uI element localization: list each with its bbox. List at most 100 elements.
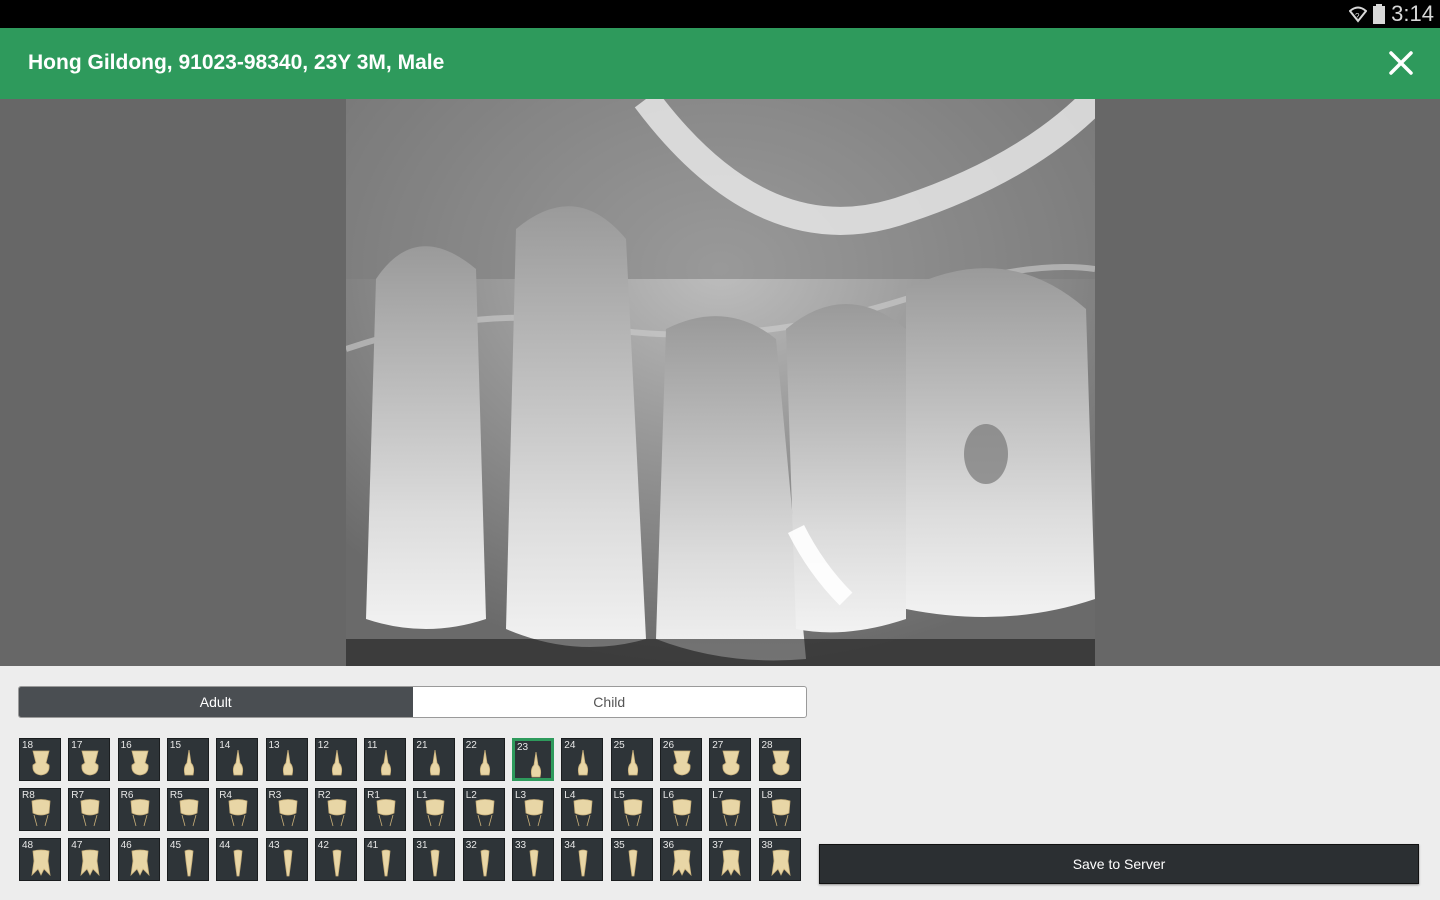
tooth-button[interactable]: R1 (364, 788, 407, 831)
tooth-icon (578, 849, 588, 877)
tooth-icon (673, 750, 691, 776)
tooth-button[interactable]: 26 (659, 738, 702, 781)
battery-icon (1373, 4, 1386, 24)
tooth-type-tabs: Adult Child (18, 686, 807, 718)
tooth-button[interactable]: R4 (216, 788, 259, 831)
tooth-icon (278, 799, 297, 827)
tooth-icon (722, 750, 740, 776)
tooth-icon (376, 799, 396, 827)
tooth-icon (578, 749, 589, 776)
tooth-button[interactable]: 32 (462, 838, 505, 881)
tooth-icon (130, 799, 150, 827)
tooth-icon (627, 749, 638, 776)
tooth-button[interactable]: 11 (364, 738, 407, 781)
tooth-button[interactable]: 18 (19, 738, 61, 781)
tooth-button[interactable]: 48 (19, 838, 61, 881)
tooth-button[interactable]: 43 (265, 838, 308, 881)
tooth-button[interactable]: R8 (19, 788, 61, 831)
tooth-icon (381, 849, 391, 877)
tooth-icon (130, 849, 150, 877)
tooth-icon (480, 849, 490, 877)
tooth-button[interactable]: R5 (166, 788, 209, 831)
tooth-button[interactable]: 45 (166, 838, 209, 881)
tooth-icon (131, 750, 149, 776)
tooth-button[interactable]: R3 (265, 788, 308, 831)
dental-xray-image[interactable] (346, 99, 1095, 666)
tooth-button[interactable]: 37 (709, 838, 752, 881)
tooth-button[interactable]: L3 (512, 788, 554, 831)
tooth-button[interactable]: 23 (512, 738, 554, 781)
tooth-icon (31, 799, 51, 827)
tooth-button[interactable]: 16 (117, 738, 160, 781)
tooth-icon (623, 799, 643, 827)
tooth-icon (770, 849, 791, 877)
tooth-button[interactable]: 46 (117, 838, 160, 881)
tooth-icon (771, 750, 790, 776)
tooth-button[interactable]: R6 (117, 788, 160, 831)
wifi-icon: ? (1349, 6, 1368, 23)
tooth-icon (628, 849, 638, 877)
tooth-icon (425, 799, 445, 827)
tooth-button[interactable]: 12 (314, 738, 357, 781)
tooth-icon (228, 799, 248, 827)
tooth-button[interactable]: R2 (314, 788, 357, 831)
tooth-button[interactable]: 14 (216, 738, 259, 781)
tooth-button[interactable]: 33 (512, 838, 554, 881)
tooth-button[interactable]: 44 (216, 838, 259, 881)
tooth-icon (530, 751, 542, 778)
tooth-button[interactable]: L2 (462, 788, 505, 831)
tooth-button[interactable]: L5 (610, 788, 653, 831)
tab-adult[interactable]: Adult (19, 687, 413, 717)
tooth-button[interactable]: R7 (68, 788, 111, 831)
tooth-button[interactable]: 35 (610, 838, 653, 881)
tooth-button[interactable]: 36 (659, 838, 702, 881)
tooth-button[interactable]: L8 (758, 788, 801, 831)
tooth-icon (183, 749, 194, 776)
tooth-button[interactable]: 42 (314, 838, 357, 881)
tooth-icon (573, 799, 593, 827)
tooth-icon (80, 799, 100, 827)
tooth-button[interactable]: 38 (758, 838, 801, 881)
tooth-button[interactable]: L4 (561, 788, 604, 831)
tooth-button[interactable]: 28 (758, 738, 801, 781)
tooth-icon (31, 849, 51, 877)
close-icon[interactable] (1384, 46, 1418, 80)
tooth-button[interactable]: L7 (709, 788, 752, 831)
tooth-icon (32, 750, 50, 776)
tooth-icon (430, 849, 440, 877)
tooth-icon (721, 849, 741, 877)
tooth-button[interactable]: 17 (68, 738, 111, 781)
tooth-icon (672, 799, 692, 827)
tooth-icon (81, 750, 99, 776)
tooth-icon (331, 749, 342, 776)
tooth-icon (771, 799, 790, 827)
tooth-button[interactable]: 22 (462, 738, 505, 781)
tooth-icon (283, 849, 292, 877)
tooth-icon (430, 749, 441, 776)
tooth-icon (179, 799, 199, 827)
tooth-button[interactable]: 41 (364, 838, 407, 881)
tooth-icon (381, 749, 392, 776)
tooth-button[interactable]: 15 (166, 738, 209, 781)
tooth-icon (529, 849, 539, 877)
tooth-button[interactable]: L6 (659, 788, 702, 831)
tooth-button[interactable]: 25 (610, 738, 653, 781)
tooth-icon (672, 849, 692, 877)
tooth-button[interactable]: 31 (413, 838, 456, 881)
status-bar: ? 3:14 (0, 0, 1440, 28)
tooth-button[interactable]: 47 (68, 838, 111, 881)
tooth-button[interactable]: 24 (561, 738, 604, 781)
image-viewer[interactable] (0, 99, 1440, 666)
tooth-icon (479, 749, 490, 776)
tooth-icon (282, 749, 293, 776)
save-to-server-button[interactable]: Save to Server (819, 844, 1419, 884)
tooth-button[interactable]: 27 (709, 738, 752, 781)
tooth-button[interactable]: 13 (265, 738, 308, 781)
tooth-button[interactable]: L1 (413, 788, 456, 831)
tooth-icon (332, 849, 342, 877)
tooth-icon (233, 749, 244, 776)
tooth-button[interactable]: 21 (413, 738, 456, 781)
tab-child[interactable]: Child (413, 687, 807, 717)
tooth-icon (184, 849, 194, 877)
tooth-button[interactable]: 34 (561, 838, 604, 881)
